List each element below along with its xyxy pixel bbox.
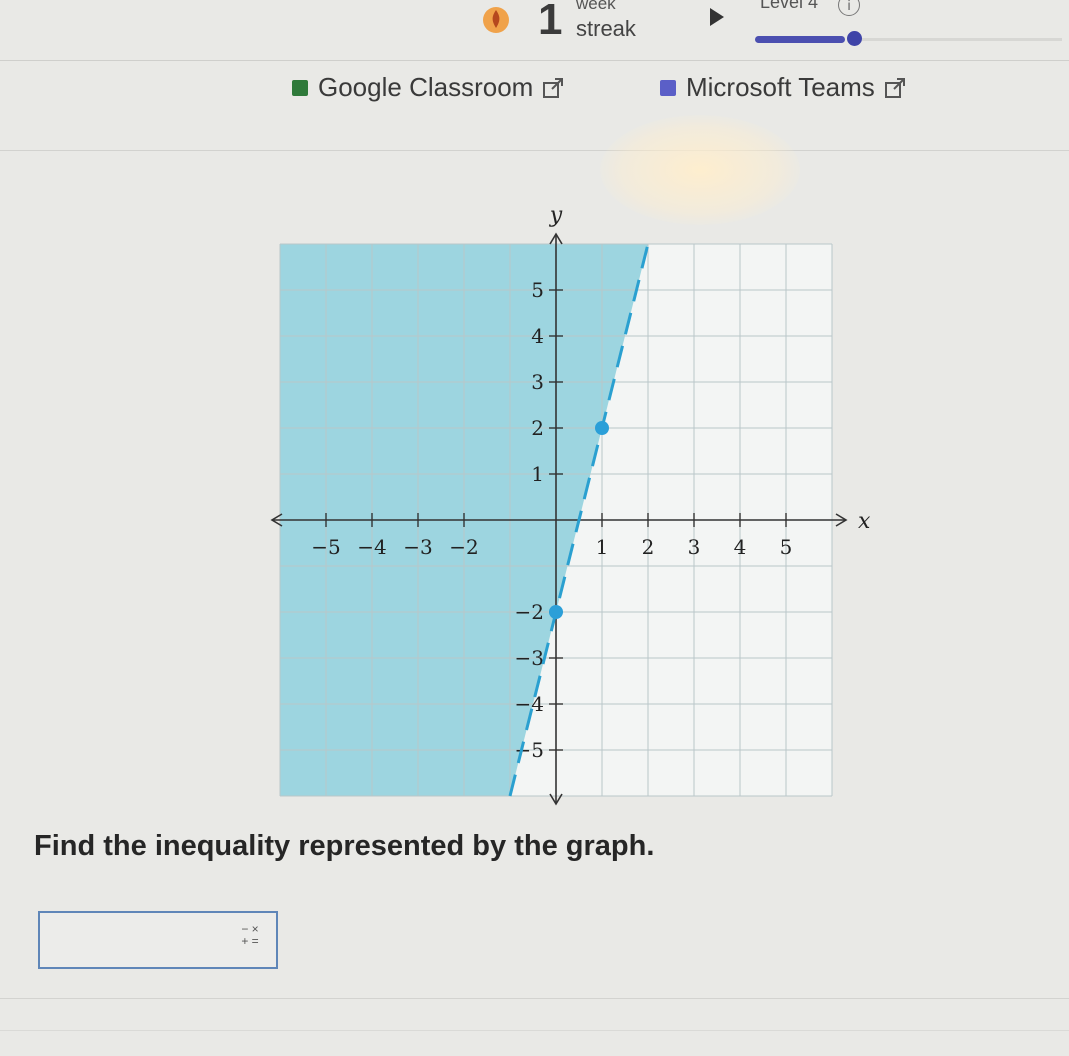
y-tick-label: −4: [515, 692, 544, 716]
boundary-point: [549, 605, 563, 619]
boundary-point: [595, 421, 609, 435]
x-tick-label: 1: [596, 535, 609, 559]
level-label: Level 4: [760, 0, 819, 12]
top-bar: 1 week streak Level 4 i: [0, 0, 1069, 61]
x-tick-label: −3: [403, 535, 432, 559]
y-tick-label: −3: [515, 646, 544, 670]
y-tick-label: 4: [531, 324, 544, 348]
week-label: week: [576, 0, 616, 13]
inequality-graph: −5 −4 −3 −2 1 2 3 4 554321−2−3−4−5xy: [270, 203, 870, 806]
math-keypad-icon[interactable]: − × + =: [234, 923, 266, 947]
play-arrow-icon: [710, 8, 724, 26]
progress-marker: [847, 31, 862, 46]
x-tick-label: −4: [357, 535, 386, 559]
answer-input[interactable]: − × + =: [38, 911, 278, 969]
divider: [0, 1030, 1069, 1031]
streak-count: 1: [538, 0, 563, 44]
x-tick-label: 3: [688, 535, 701, 559]
y-tick-label: 2: [531, 416, 544, 440]
question-text: Find the inequality represented by the g…: [34, 830, 655, 862]
level-progress-bar: [755, 36, 845, 43]
keypad-bottom-symbols: + =: [241, 934, 259, 948]
microsoft-teams-icon: [660, 79, 676, 96]
external-link-icon: [543, 77, 564, 98]
google-classroom-icon: [292, 79, 308, 96]
streak-label: streak: [576, 16, 636, 41]
flame-icon: [483, 7, 509, 33]
x-tick-label: 2: [642, 535, 655, 559]
google-classroom-label: Google Classroom: [318, 72, 534, 102]
external-link-icon: [884, 77, 905, 98]
info-icon[interactable]: i: [838, 0, 860, 16]
integration-links: Google Classroom Microsoft Teams: [0, 60, 1069, 225]
x-tick-label: −2: [449, 535, 478, 559]
x-tick-label: 4: [734, 535, 747, 559]
y-tick-label: 1: [531, 462, 544, 486]
x-tick-label: −5: [311, 535, 340, 559]
y-tick-label: 3: [531, 370, 544, 394]
x-axis-label: x: [858, 509, 870, 534]
y-tick-label: −2: [515, 600, 544, 624]
y-axis-label: y: [549, 203, 563, 228]
divider: [0, 998, 1069, 999]
microsoft-teams-link[interactable]: Microsoft Teams: [660, 72, 905, 103]
progress-track: [862, 38, 1062, 41]
x-tick-label: 5: [780, 535, 793, 559]
microsoft-teams-label: Microsoft Teams: [686, 72, 875, 102]
y-tick-label: 5: [531, 278, 544, 302]
google-classroom-link[interactable]: Google Classroom: [292, 72, 564, 103]
